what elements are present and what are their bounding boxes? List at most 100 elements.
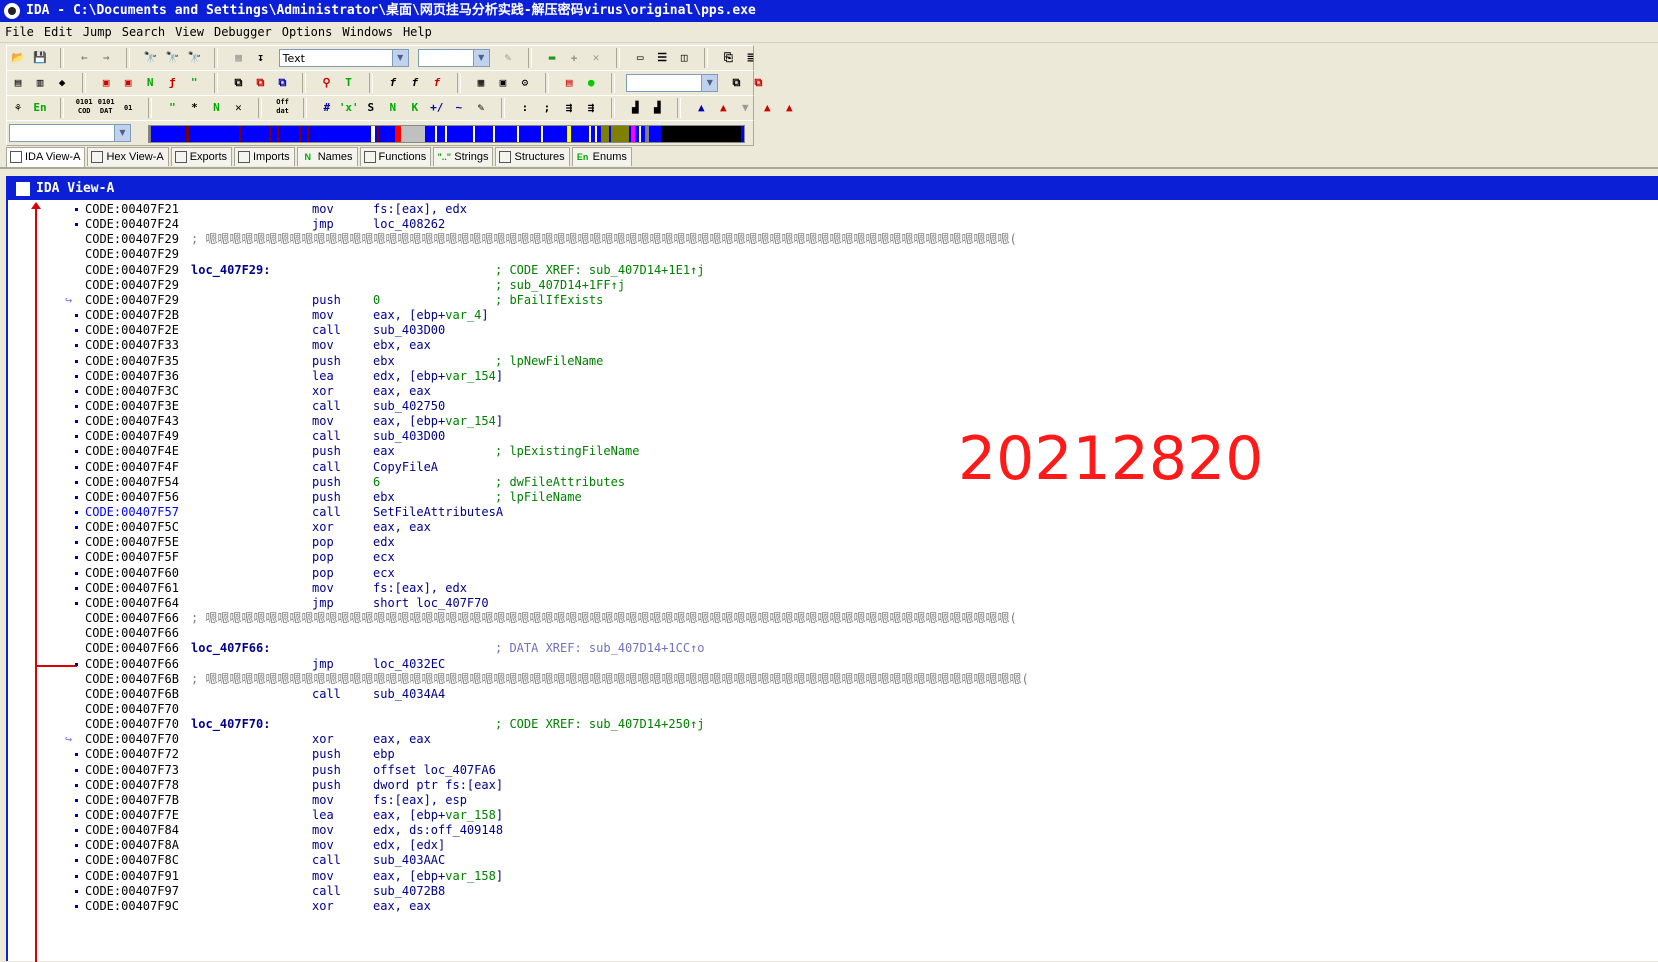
menu-jump[interactable]: Jump — [78, 22, 117, 42]
operand[interactable]: offset loc_407FA6 — [373, 763, 496, 778]
operand[interactable]: eax, [ebp+var_154] — [373, 414, 503, 429]
tab-imports[interactable]: Imports — [234, 147, 295, 166]
code-line[interactable]: CODE:00407F29 — [8, 247, 808, 262]
graph-calls-icon[interactable]: ▲ — [779, 98, 799, 118]
operand[interactable]: SetFileAttributesA — [373, 505, 503, 520]
operand[interactable]: ebp — [373, 747, 395, 762]
search-next-icon[interactable]: 🔭 — [162, 48, 182, 68]
code-line[interactable]: CODE:00407F3E call sub_402750 — [8, 399, 808, 414]
operand[interactable]: dword ptr fs:[eax] — [373, 778, 503, 793]
code-line[interactable]: CODE:00407F6B call sub_4034A4 — [8, 687, 808, 702]
code-line[interactable]: CODE:00407F3C xor eax, eax — [8, 384, 808, 399]
window-cascade-icon[interactable]: ▭ — [630, 48, 650, 68]
minus-icon[interactable]: ▬ — [542, 48, 562, 68]
operand[interactable]: sub_402750 — [373, 399, 445, 414]
window-tile-v-icon[interactable]: ◫ — [674, 48, 694, 68]
xref-icon[interactable]: ⧉ — [272, 73, 292, 93]
code-line[interactable]: CODE:00407F33 mov ebx, eax — [8, 338, 808, 353]
jump-down-icon[interactable]: ↧ — [251, 48, 271, 68]
number-hash-icon[interactable]: # — [317, 98, 337, 118]
menu-edit[interactable]: Edit — [39, 22, 78, 42]
code-line[interactable]: CODE:00407F66 loc_407F66: ; DATA XREF: sub… — [8, 641, 808, 656]
operand[interactable]: edx — [373, 535, 395, 550]
operand[interactable]: ecx — [373, 550, 395, 565]
open-file-icon[interactable]: 📂 — [8, 48, 28, 68]
menu-view[interactable]: View — [170, 22, 209, 42]
operand[interactable]: ebx — [373, 490, 395, 505]
code-line[interactable]: CODE:00407F61 mov fs:[eax], edx — [8, 581, 808, 596]
funcs-icon[interactable]: ƒ — [162, 73, 182, 93]
graph-xref-from-icon[interactable]: ▼ — [735, 98, 755, 118]
undefine-icon[interactable]: ✕ — [228, 98, 248, 118]
operand[interactable]: eax, eax — [373, 520, 431, 535]
graph-icon[interactable]: ⎘ — [718, 48, 738, 68]
pin-icon[interactable]: ⚲ — [317, 73, 337, 93]
operand[interactable]: eax, eax — [373, 732, 431, 747]
operand[interactable]: loc_4032EC — [373, 657, 445, 672]
code-label[interactable]: loc_407F29: — [191, 263, 270, 278]
operand[interactable]: fs:[eax], edx — [373, 581, 467, 596]
operand[interactable]: fs:[eax], esp — [373, 793, 467, 808]
operand[interactable]: ebx — [373, 354, 395, 369]
names-n-icon[interactable]: N — [140, 73, 160, 93]
enum-n-icon[interactable]: N — [383, 98, 403, 118]
operand[interactable]: eax, eax — [373, 899, 431, 914]
tab-hex-view-a[interactable]: Hex View-A — [87, 147, 169, 166]
code-line[interactable]: CODE:00407F4F call CopyFileA — [8, 460, 808, 475]
operand[interactable]: loc_408262 — [373, 217, 445, 232]
code-line[interactable]: CODE:00407F9C xor eax, eax — [8, 899, 808, 914]
disasm-icon[interactable]: ▤ — [8, 73, 28, 93]
calculator-icon[interactable]: ▦ — [471, 73, 491, 93]
operand[interactable]: ebx, eax — [373, 338, 431, 353]
code-line[interactable]: CODE:00407F24 jmp loc_408262 — [8, 217, 808, 232]
text-t-icon[interactable]: T — [339, 73, 359, 93]
offset-icon[interactable]: Off dat — [273, 98, 293, 118]
code-line[interactable]: CODE:00407F6B ; 嗯嗯嗯嗯嗯嗯嗯嗯嗯嗯嗯嗯嗯嗯嗯嗯嗯嗯嗯嗯嗯嗯嗯嗯嗯… — [8, 672, 1029, 687]
code-line[interactable]: CODE:00407F66 jmp loc_4032EC — [8, 657, 808, 672]
chart-icon[interactable]: ▟ — [625, 98, 645, 118]
menu-file[interactable]: File — [0, 22, 39, 42]
code-line[interactable]: CODE:00407F64 jmp short loc_407F70 — [8, 596, 808, 611]
menu-debugger[interactable]: Debugger — [209, 22, 277, 42]
operand[interactable]: eax, [ebp+var_4] — [373, 308, 489, 323]
array-icon[interactable]: * — [184, 98, 204, 118]
disassembly-listing[interactable]: CODE:00407F21 mov fs:[eax], edx CODE:00407F… — [8, 202, 1658, 962]
graph-flow-icon[interactable]: ▲ — [691, 98, 711, 118]
window-tile-h-icon[interactable]: ☰ — [652, 48, 672, 68]
stack-var-icon[interactable]: ⇶ — [581, 98, 601, 118]
close-icon[interactable]: ✕ — [586, 48, 606, 68]
code-line[interactable]: CODE:00407F8C call sub_403AAC — [8, 853, 808, 868]
tab-exports[interactable]: Exports — [170, 147, 232, 166]
code-line[interactable]: CODE:00407F72 push ebp — [8, 747, 808, 762]
code-line[interactable]: CODE:00407F78 push dword ptr fs:[eax] — [8, 778, 808, 793]
diamond-icon[interactable]: ◆ — [52, 73, 72, 93]
code-line[interactable]: CODE:00407F2E call sub_403D00 — [8, 323, 808, 338]
operand[interactable]: 0 — [373, 293, 380, 308]
negate-icon[interactable]: +/ — [427, 98, 447, 118]
operand[interactable]: eax, eax — [373, 384, 431, 399]
code-line[interactable]: ↪ CODE:00407F29 push 0 ; bFailIfExists — [8, 293, 808, 308]
code-line[interactable]: CODE:00407F49 call sub_403D00 — [8, 429, 808, 444]
code-line[interactable]: CODE:00407F2B mov eax, [ebp+var_4] — [8, 308, 808, 323]
code-line[interactable]: CODE:00407F56 push ebx ; lpFileName — [8, 490, 808, 505]
list-icon[interactable]: ≣ — [740, 48, 760, 68]
gear-icon[interactable]: ⚙ — [515, 73, 535, 93]
code-line[interactable]: CODE:00407F70 loc_407F70: ; CODE XREF: sub… — [8, 717, 808, 732]
selectors-icon[interactable]: ▣ — [118, 73, 138, 93]
plus-icon[interactable]: ✚ — [564, 48, 584, 68]
operand[interactable]: CopyFileA — [373, 460, 438, 475]
screenshot-icon[interactable]: ▣ — [493, 73, 513, 93]
code-line[interactable]: CODE:00407F97 call sub_4072B8 — [8, 884, 808, 899]
string-icon[interactable]: " — [162, 98, 182, 118]
menu-search[interactable]: Search — [117, 22, 170, 42]
code-line[interactable]: CODE:00407F29 ; sub_407D14+1FF↑j — [8, 278, 808, 293]
char-icon[interactable]: 'x' — [339, 98, 359, 118]
graph-xref-to-icon[interactable]: ▲ — [713, 98, 733, 118]
operand[interactable]: edx, [ebp+var_154] — [373, 369, 503, 384]
segments-icon[interactable]: ▣ — [96, 73, 116, 93]
secondary-combo[interactable]: ▼ — [417, 49, 490, 67]
func-end-icon[interactable]: f — [427, 73, 447, 93]
operand[interactable]: sub_403D00 — [373, 323, 445, 338]
func-edit-icon[interactable]: f — [405, 73, 425, 93]
code-line[interactable]: CODE:00407F66 — [8, 626, 808, 641]
